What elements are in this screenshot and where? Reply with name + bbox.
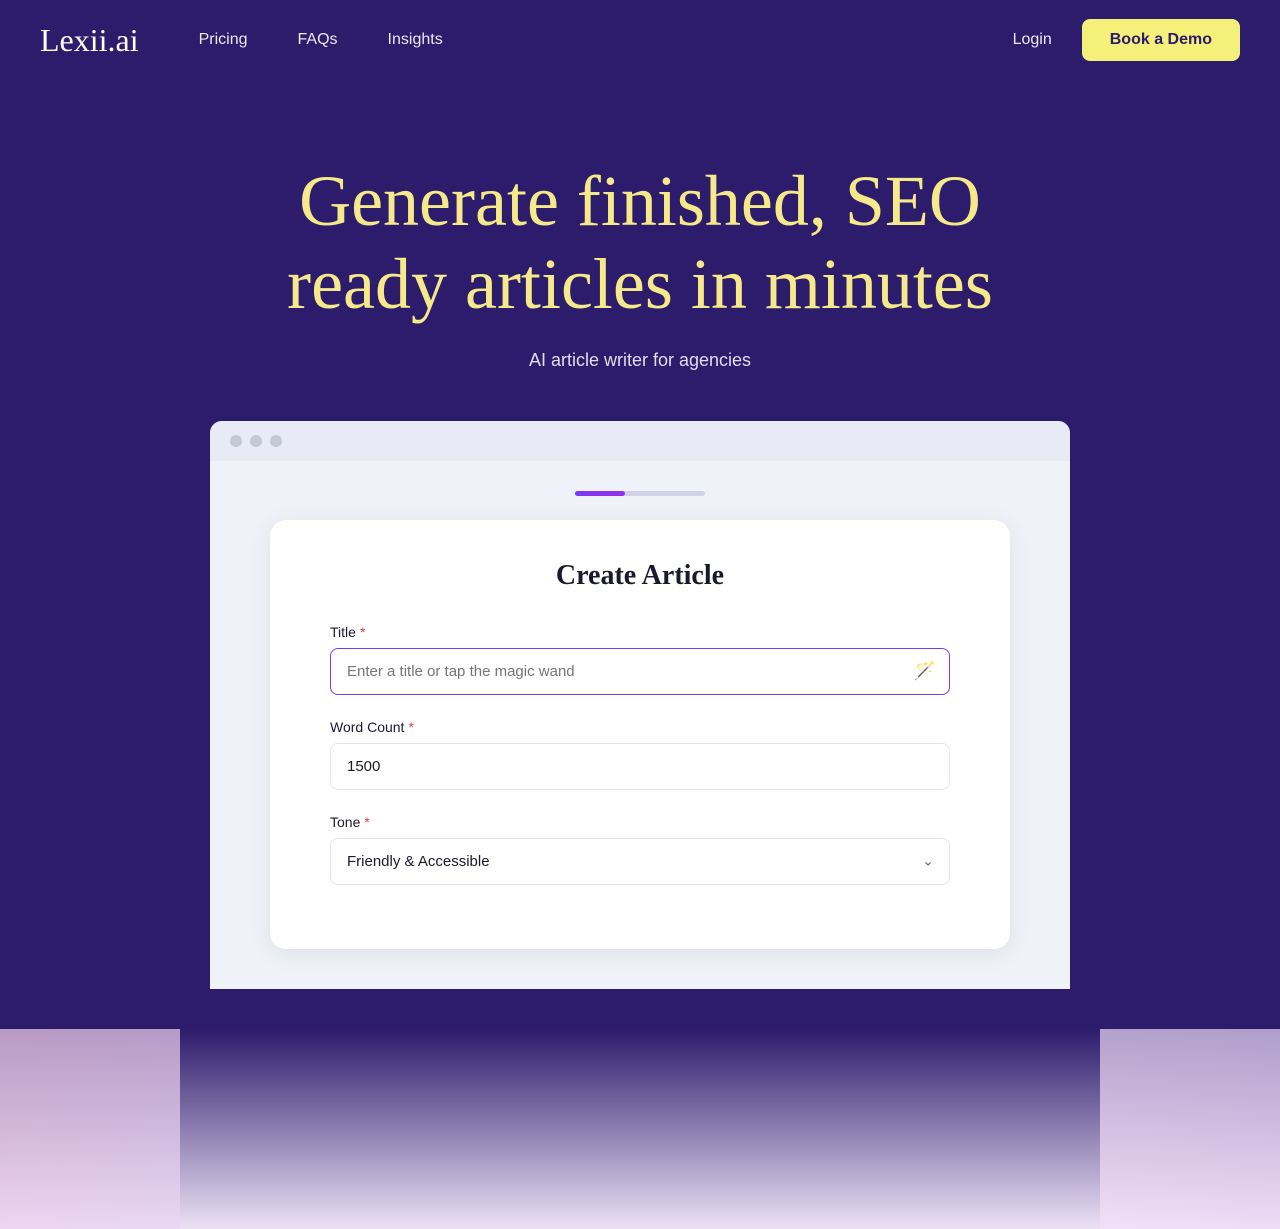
browser-bar [210,421,1070,461]
title-input[interactable] [330,648,950,695]
lower-page [0,1029,1280,1229]
tone-select-wrapper: Friendly & Accessible Professional Casua… [330,838,950,885]
progress-track [575,491,705,496]
word-count-input[interactable] [330,743,950,790]
login-link[interactable]: Login [1013,31,1052,49]
word-count-label: Word Count * [330,719,950,735]
right-gradient-decoration [1100,1029,1280,1229]
browser-window: Create Article Title * 🪄 Word Count [210,421,1070,989]
hero-subtitle: AI article writer for agencies [529,350,751,371]
navbar-right: Login Book a Demo [1013,19,1240,61]
browser-dot-yellow [250,435,262,447]
magic-wand-icon[interactable]: 🪄 [914,661,936,682]
create-article-card: Create Article Title * 🪄 Word Count [270,520,1010,949]
hero-section: Generate finished, SEO ready articles in… [0,80,1280,1029]
browser-dot-red [230,435,242,447]
book-demo-button[interactable]: Book a Demo [1082,19,1240,61]
title-required-star: * [360,624,365,640]
hero-title: Generate finished, SEO ready articles in… [240,160,1040,326]
title-form-group: Title * 🪄 [330,624,950,695]
title-input-wrapper: 🪄 [330,648,950,695]
browser-content: Create Article Title * 🪄 Word Count [210,461,1070,989]
progress-fill [575,491,625,496]
navbar-left: Lexii.ai Pricing FAQs Insights [40,22,443,59]
modal-title: Create Article [330,560,950,592]
nav-link-faqs[interactable]: FAQs [298,31,338,49]
tone-form-group: Tone * Friendly & Accessible Professiona… [330,814,950,885]
left-gradient-decoration [0,1029,180,1229]
nav-links: Pricing FAQs Insights [199,31,443,49]
browser-dot-green [270,435,282,447]
navbar: Lexii.ai Pricing FAQs Insights Login Boo… [0,0,1280,80]
title-label: Title * [330,624,950,640]
word-count-form-group: Word Count * [330,719,950,790]
progress-area [270,491,1010,496]
tone-label: Tone * [330,814,950,830]
nav-link-pricing[interactable]: Pricing [199,31,248,49]
word-count-required-star: * [408,719,413,735]
nav-link-insights[interactable]: Insights [388,31,443,49]
logo[interactable]: Lexii.ai [40,22,139,59]
tone-required-star: * [364,814,369,830]
tone-select[interactable]: Friendly & Accessible Professional Casua… [330,838,950,885]
